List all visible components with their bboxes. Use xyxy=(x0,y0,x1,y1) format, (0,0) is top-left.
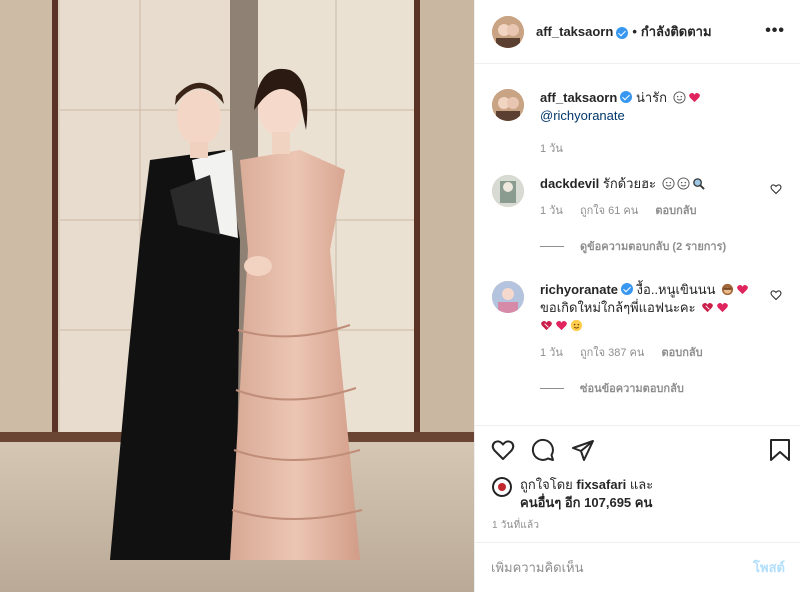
red-heart-emoji-icon xyxy=(688,93,700,103)
comment-like-count[interactable]: ถูกใจ 61 คน xyxy=(580,205,638,217)
likes-and: และ xyxy=(629,477,654,492)
comment-text-line2: ขอเกิดใหม่ใกล้ๆพี่แอฟนะคะ xyxy=(540,300,696,315)
comment-text: งื้อ..หนูเขินนน xyxy=(636,282,716,297)
author-avatar[interactable] xyxy=(492,15,524,48)
view-replies-button[interactable]: ดูข้อความตอบกลับ (2 รายการ) xyxy=(540,237,782,255)
like-comment-heart-icon[interactable] xyxy=(770,289,782,301)
reply-button[interactable]: ตอบกลับ xyxy=(661,347,702,359)
post-photo[interactable] xyxy=(0,0,474,592)
comment-time: 1 วัน xyxy=(540,205,563,217)
like-comment-heart-icon[interactable] xyxy=(770,183,782,195)
view-replies-label: ดูข้อความตอบกลับ (2 รายการ) xyxy=(580,241,727,253)
smiling-face-emoji-icon xyxy=(662,177,675,190)
commenter-username[interactable]: richyoranate xyxy=(540,282,618,297)
header-separator: • xyxy=(632,24,637,39)
red-heart-emoji-icon xyxy=(556,321,567,331)
commenter-avatar[interactable] xyxy=(492,175,524,207)
liked-by-prefix: ถูกใจโดย xyxy=(520,477,573,492)
post-side-panel: aff_taksaorn • กำลังติดตาม ••• aff_taksa… xyxy=(474,0,800,592)
smiling-face-emoji-icon xyxy=(677,177,690,190)
caption-avatar[interactable] xyxy=(492,89,524,121)
post-header: aff_taksaorn • กำลังติดตาม ••• xyxy=(475,0,800,64)
share-icon[interactable] xyxy=(571,438,595,462)
bookmark-icon[interactable] xyxy=(769,438,791,462)
hide-replies-button[interactable]: ซ่อนข้อความตอบกลับ xyxy=(540,379,782,397)
add-comment-input[interactable] xyxy=(491,560,754,575)
more-options-icon[interactable]: ••• xyxy=(765,22,785,40)
magnifier-emoji-icon xyxy=(692,178,705,190)
reply-button[interactable]: ตอบกลับ xyxy=(655,205,696,217)
verified-badge-icon xyxy=(621,283,634,295)
commenter-avatar[interactable] xyxy=(492,281,524,313)
like-heart-icon[interactable] xyxy=(491,438,515,462)
post-time-ago[interactable]: 1 วันที่แล้ว xyxy=(492,518,539,533)
red-heart-emoji-icon xyxy=(717,303,729,313)
see-no-evil-monkey-emoji-icon xyxy=(722,283,734,296)
commenter-username[interactable]: dackdevil xyxy=(540,176,599,191)
verified-badge-icon xyxy=(620,91,633,103)
hide-replies-label: ซ่อนข้อความตอบกลับ xyxy=(580,383,684,395)
comment-text: รักด้วยฮะ xyxy=(602,176,657,191)
verified-badge-icon xyxy=(616,26,629,39)
liker-username[interactable]: fixsafari xyxy=(576,477,626,492)
comment-time: 1 วัน xyxy=(540,347,563,359)
following-button[interactable]: กำลังติดตาม xyxy=(641,21,712,42)
red-heart-emoji-icon xyxy=(737,285,749,295)
heart-emoji-icon xyxy=(702,303,714,313)
thread-line xyxy=(540,245,564,247)
mention-link[interactable]: @richyoranate xyxy=(540,108,625,123)
others-likes-count[interactable]: คนอื่นๆ อีก 107,695 คน xyxy=(520,495,652,510)
likes-summary: ถูกใจโดย fixsafari และ คนอื่นๆ อีก 107,6… xyxy=(492,476,653,512)
author-username[interactable]: aff_taksaorn xyxy=(536,24,613,39)
post-caption: aff_taksaorn น่ารัก @richyoranate 1 วัน xyxy=(492,89,782,157)
comment-icon[interactable] xyxy=(531,438,555,462)
thread-line xyxy=(540,387,564,389)
smiling-face-emoji-icon xyxy=(570,319,583,332)
comment-like-count[interactable]: ถูกใจ 387 คน xyxy=(580,347,644,359)
comment-item: richyoranate งื้อ..หนูเขินนน ขอเกิดใหม่ใ… xyxy=(492,281,782,397)
photo-illustration xyxy=(0,0,474,592)
heart-emoji-icon xyxy=(541,321,552,331)
add-comment-bar: โพสต์ xyxy=(475,542,800,592)
post-comment-button[interactable]: โพสต์ xyxy=(753,557,785,578)
caption-username[interactable]: aff_taksaorn xyxy=(540,90,617,105)
comment-item: dackdevil รักด้วยฮะ 1 วัน ถูกใจ 61 คน ตอ… xyxy=(492,175,782,255)
smiling-face-emoji-icon xyxy=(673,91,686,104)
comments-list[interactable]: aff_taksaorn น่ารัก @richyoranate 1 วัน … xyxy=(475,65,800,425)
caption-text: น่ารัก xyxy=(635,90,667,105)
caption-time: 1 วัน xyxy=(540,143,563,155)
liker-avatar[interactable] xyxy=(492,477,512,497)
